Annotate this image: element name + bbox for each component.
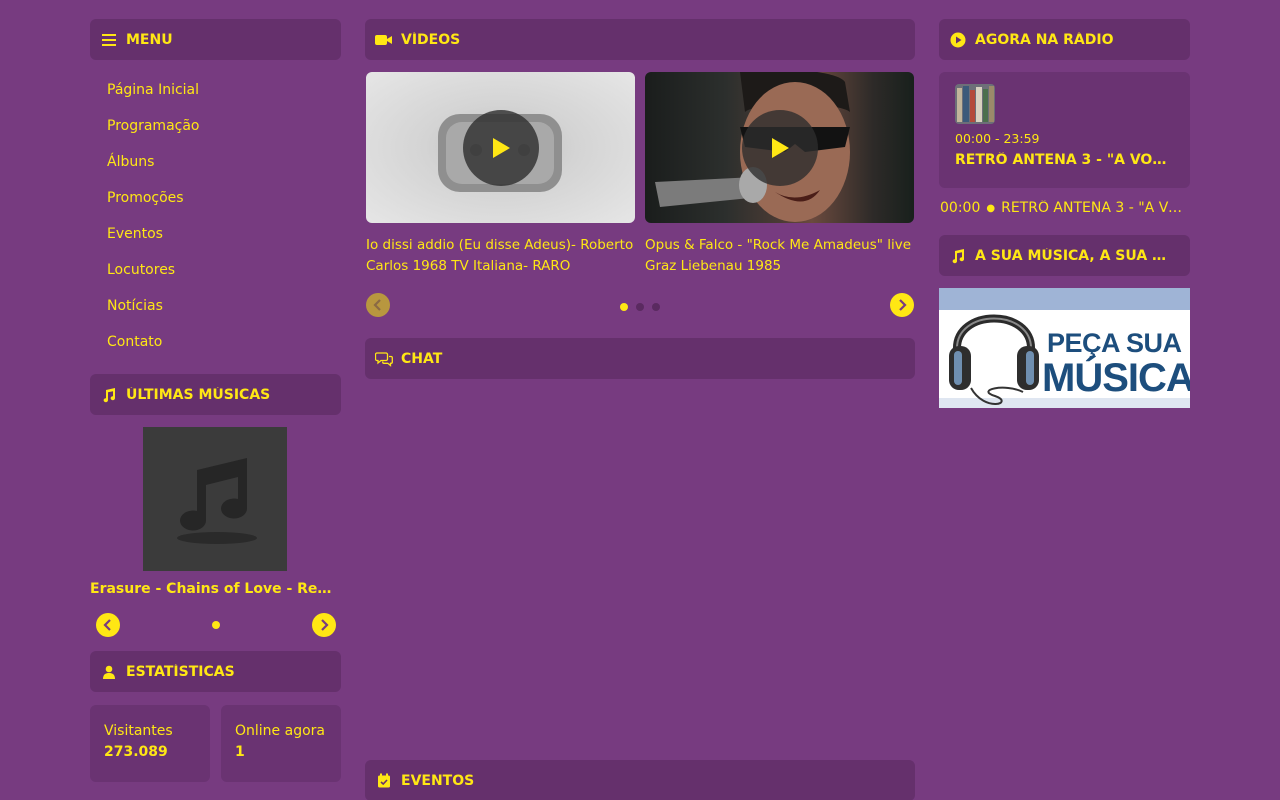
chat-header: CHAT	[365, 338, 915, 379]
videos-header: VÍDEOS	[365, 19, 915, 60]
menu-item-news[interactable]: Notícias	[107, 295, 337, 331]
menu-item-home[interactable]: Página Inicial	[107, 79, 337, 115]
songs-prev-button[interactable]	[96, 613, 120, 637]
main-menu: Página Inicial Programação Álbuns Promoç…	[107, 79, 337, 367]
song-cover	[143, 427, 287, 571]
events-title: EVENTOS	[401, 772, 475, 789]
request-song-banner[interactable]: PEÇA SUA MÚSICA	[939, 288, 1190, 408]
menu-item-contact[interactable]: Contato	[107, 331, 337, 367]
songs-next-button[interactable]	[312, 613, 336, 637]
chat-bubbles-icon	[375, 350, 393, 368]
menu-header: MENU	[90, 19, 341, 60]
events-header: EVENTOS	[365, 760, 915, 800]
now-playing-card: 00:00 - 23:59 RETRÔ ANTENA 3 - "A VOZ DA…	[939, 72, 1190, 188]
next-show-time: 00:00	[940, 200, 981, 216]
chevron-right-icon	[899, 299, 907, 311]
play-button[interactable]	[742, 110, 818, 186]
visitors-value: 273.089	[104, 744, 168, 760]
next-show-name: RETRÔ ANTENA 3 - "A VOZ DA SAUDADE"	[1001, 200, 1190, 216]
videos-carousel-dot[interactable]	[652, 303, 660, 311]
chevron-right-icon	[321, 619, 329, 631]
calendar-icon	[375, 772, 393, 790]
stats-header: ESTATÍSTICAS	[90, 651, 341, 692]
your-music-header: A SUA MÚSICA, A SUA HISTÓRIA	[939, 235, 1190, 276]
banner-line1: PEÇA SUA	[1047, 328, 1182, 358]
visitors-card: Visitantes 273.089	[90, 705, 210, 782]
latest-songs-title: ÚLTIMAS MÚSICAS	[126, 386, 271, 403]
menu-item-albums[interactable]: Álbuns	[107, 151, 337, 187]
video-caption[interactable]: Opus & Falco - "Rock Me Amadeus" live Gr…	[645, 235, 914, 277]
videos-carousel-dot[interactable]	[636, 303, 644, 311]
menu-item-hosts[interactable]: Locutores	[107, 259, 337, 295]
songs-carousel-dot[interactable]	[212, 621, 220, 629]
video-card[interactable]: Io dissi addio (Eu disse Adeus)- Roberto…	[366, 72, 635, 277]
your-music-title: A SUA MÚSICA, A SUA HISTÓRIA	[975, 247, 1190, 264]
video-caption[interactable]: Io dissi addio (Eu disse Adeus)- Roberto…	[366, 235, 635, 277]
play-button[interactable]	[463, 110, 539, 186]
video-camera-icon	[375, 31, 393, 49]
videos-carousel-dot[interactable]	[620, 303, 628, 311]
now-playing-title: AGORA NA RÁDIO	[975, 31, 1114, 48]
bullet-icon: ●	[986, 202, 996, 214]
videos-title: VÍDEOS	[401, 31, 461, 48]
videos-next-button[interactable]	[890, 293, 914, 317]
show-image	[955, 84, 995, 124]
videos-prev-button[interactable]	[366, 293, 390, 317]
current-song-title: Erasure - Chains of Love - Remix	[90, 581, 341, 597]
chat-title: CHAT	[401, 350, 443, 367]
online-label: Online agora	[235, 723, 325, 739]
play-circle-icon	[949, 31, 967, 49]
music-note-icon	[949, 247, 967, 265]
user-icon	[100, 663, 118, 681]
video-thumbnail[interactable]	[645, 72, 914, 223]
menu-item-events[interactable]: Eventos	[107, 223, 337, 259]
hamburger-icon	[100, 31, 118, 49]
menu-item-promotions[interactable]: Promoções	[107, 187, 337, 223]
latest-songs-header: ÚLTIMAS MÚSICAS	[90, 374, 341, 415]
visitors-label: Visitantes	[104, 723, 173, 739]
video-thumbnail[interactable]	[366, 72, 635, 223]
now-playing-header: AGORA NA RÁDIO	[939, 19, 1190, 60]
chevron-left-icon	[373, 299, 381, 311]
next-show: 00:00 ● RETRÔ ANTENA 3 - "A VOZ DA SAUDADE…	[940, 200, 1190, 216]
banner-line2: MÚSICA	[1042, 356, 1190, 400]
play-icon	[772, 138, 789, 158]
show-time: 00:00 - 23:59	[955, 131, 1040, 146]
play-icon	[493, 138, 510, 158]
menu-title: MENU	[126, 31, 173, 48]
music-note-icon	[177, 458, 257, 544]
stats-title: ESTATÍSTICAS	[126, 663, 235, 680]
chevron-left-icon	[103, 619, 111, 631]
video-card[interactable]: Opus & Falco - "Rock Me Amadeus" live Gr…	[645, 72, 914, 277]
show-name: RETRÔ ANTENA 3 - "A VOZ DA SAUDADE"	[955, 152, 1175, 168]
music-note-icon	[100, 386, 118, 404]
menu-item-schedule[interactable]: Programação	[107, 115, 337, 151]
online-value: 1	[235, 744, 245, 760]
online-card: Online agora 1	[221, 705, 341, 782]
headphones-icon	[949, 314, 1039, 405]
